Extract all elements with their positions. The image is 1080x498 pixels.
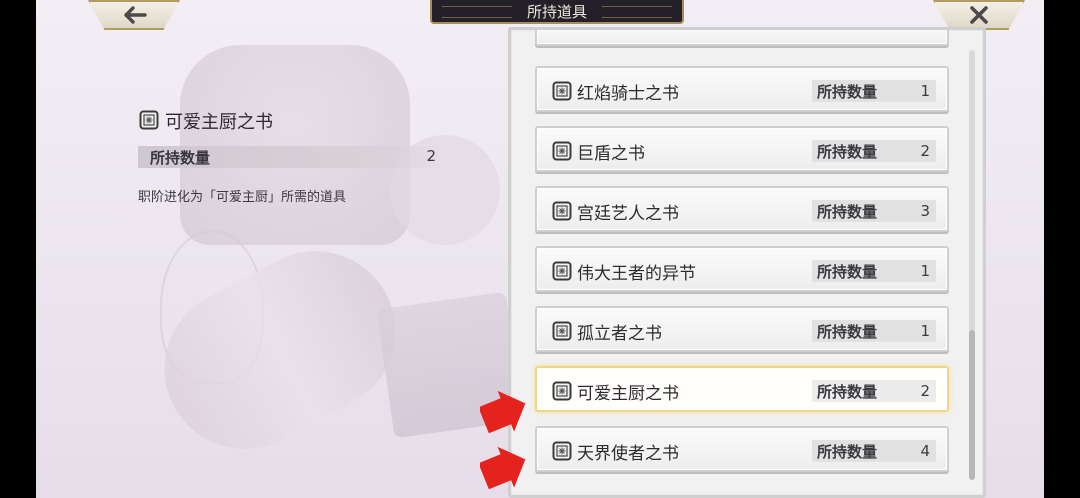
quantity-label: 所持数量 [817,263,878,281]
quantity-label: 所持数量 [817,443,878,461]
page-title: 所持道具 [430,0,684,24]
item-name: 可爱主厨之书 [577,384,679,404]
item-name: 巨盾之书 [577,144,645,164]
book-icon [552,321,572,341]
back-arrow-icon [124,6,147,24]
game-screen: 所持道具 可爱主厨之书 所持数量 2 职阶进化为「可爱主厨」所需的道具 红焰骑士… [0,0,1080,498]
item-quantity: 所持数量 1 [812,320,936,342]
item-quantity: 所持数量 2 [812,140,936,162]
book-icon [552,201,572,221]
item-name: 孤立者之书 [577,324,662,344]
page-title-text: 所持道具 [526,2,587,21]
red-arrow-icon [480,390,526,434]
book-icon [552,261,572,281]
quantity-label: 所持数量 [817,203,878,221]
item-quantity: 所持数量 3 [812,200,936,222]
item-quantity: 所持数量 4 [812,440,936,462]
item-name: 天界使者之书 [577,444,679,464]
bag-illustration [180,45,410,245]
quantity-label: 所持数量 [817,383,878,401]
item-detail-name: 可爱主厨之书 [165,112,273,133]
quantity-value: 2 [920,382,930,400]
item-detail-quantity-row: 所持数量 2 [138,146,443,168]
book-icon [552,381,572,401]
quantity-label: 所持数量 [150,149,211,167]
list-item[interactable]: 孤立者之书 所持数量 1 [535,306,949,352]
quantity-label: 所持数量 [817,83,878,101]
list-item[interactable]: 巨盾之书 所持数量 2 [535,126,949,172]
item-name: 宫廷艺人之书 [577,204,679,224]
scrollbar-thumb[interactable] [969,330,975,480]
item-quantity: 所持数量 1 [812,80,936,102]
quantity-value: 2 [426,147,436,165]
back-button[interactable] [88,0,180,30]
item-description: 职阶进化为「可爱主厨」所需的道具 [138,190,347,205]
book-icon [139,110,159,130]
quantity-label: 所持数量 [817,323,878,341]
list-item[interactable] [535,30,949,46]
list-item[interactable]: 宫廷艺人之书 所持数量 3 [535,186,949,232]
item-name: 伟大王者的异节 [577,264,696,284]
book-icon [552,141,572,161]
quantity-value: 4 [920,442,930,460]
book-icon [552,81,572,101]
item-name: 红焰骑士之书 [577,84,679,104]
scrollbar[interactable] [969,50,975,480]
close-icon [970,6,988,24]
item-quantity: 所持数量 1 [812,260,936,282]
quantity-value: 3 [920,202,930,220]
list-item[interactable]: 红焰骑士之书 所持数量 1 [535,66,949,112]
list-item-selected[interactable]: 可爱主厨之书 所持数量 2 [535,366,949,412]
quantity-value: 1 [920,262,930,280]
list-item[interactable]: 伟大王者的异节 所持数量 1 [535,246,949,292]
item-quantity: 所持数量 2 [812,380,936,402]
item-list-panel[interactable]: 红焰骑士之书 所持数量 1 巨盾之书 所持数量 2 宫廷艺人之书 所持数量 3 … [508,27,986,498]
quantity-value: 2 [920,142,930,160]
quantity-value: 1 [920,322,930,340]
quantity-value: 1 [920,82,930,100]
quantity-label: 所持数量 [817,143,878,161]
scroll-illustration [136,223,424,477]
book-icon [552,441,572,461]
close-button[interactable] [933,0,1025,30]
list-item[interactable]: 天界使者之书 所持数量 4 [535,426,949,472]
hourglass-illustration [160,230,264,384]
red-arrow-icon [480,446,526,490]
